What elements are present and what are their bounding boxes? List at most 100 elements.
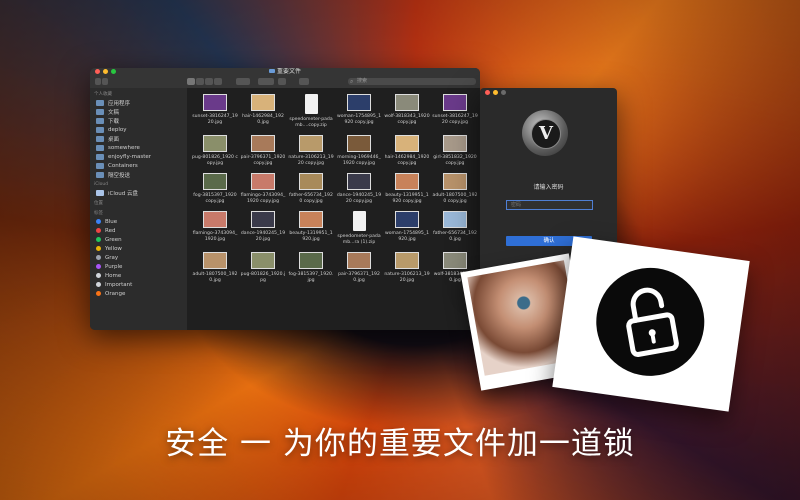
gallery-view-button[interactable] — [214, 78, 222, 85]
file-name: wolf-3818343_1920 copy.jpg — [384, 114, 430, 125]
file-item[interactable]: girl-3851832_1920 copy.jpg — [431, 135, 479, 167]
zip-file-icon — [304, 94, 318, 114]
file-item[interactable]: nature-3106213_1920 copy.jpg — [287, 135, 335, 167]
file-name: morning-1969446_1920 copy.jpg — [337, 155, 381, 166]
vault-logo-letter: V — [531, 119, 561, 149]
file-item[interactable]: father-656734_1920.jpg — [431, 211, 479, 246]
file-name: adult-1807500_1920.jpg — [192, 272, 238, 283]
file-name: flamingo-3743094_1920.jpg — [192, 231, 238, 242]
pw-close-button[interactable] — [485, 90, 490, 95]
file-item[interactable]: wolf-3818343_1920 copy.jpg — [383, 94, 431, 129]
sidebar-item-label: 文稿 — [108, 109, 120, 116]
file-item[interactable]: dance-1940245_1920 copy.jpg — [335, 173, 383, 205]
forward-button[interactable] — [102, 78, 108, 85]
folder-icon — [96, 99, 104, 106]
file-item[interactable]: nature-3106213_1920.jpg — [383, 252, 431, 284]
file-item[interactable]: sunset-3816247_1920 copy.jpg — [431, 94, 479, 129]
pw-zoom-button[interactable] — [501, 90, 506, 95]
file-item[interactable]: pair-3796371_1920 copy.jpg — [239, 135, 287, 167]
tagline: 安全 一 为你的重要文件加一道锁 — [165, 426, 635, 462]
file-item[interactable]: hair-1462984_1920 copy.jpg — [383, 135, 431, 167]
tag-color-dot-icon — [96, 255, 101, 260]
file-item[interactable]: father-656734_1920 copy.jpg — [287, 173, 335, 205]
file-item[interactable]: dance-1940245_1920.jpg — [239, 211, 287, 246]
sidebar-item-favorite[interactable]: 下载 — [90, 116, 187, 125]
tag-color-dot-icon — [96, 228, 101, 233]
sidebar-item-favorite[interactable]: 桌面 — [90, 134, 187, 143]
sidebar-item-favorite[interactable]: 应用程序 — [90, 98, 187, 107]
tag-color-dot-icon — [96, 273, 101, 278]
sidebar-item-favorite[interactable]: enjoyfly-master — [90, 152, 187, 161]
sidebar-item-tag[interactable]: Purple — [90, 262, 187, 271]
sidebar-item-tag[interactable]: Red — [90, 226, 187, 235]
search-input[interactable]: 搜索 — [348, 78, 476, 85]
file-name: fog-3815397_1920.jpg — [288, 272, 334, 283]
file-item[interactable]: sunset-3816247_1920.jpg — [191, 94, 239, 129]
file-item[interactable]: hair-1462984_1920.jpg — [239, 94, 287, 129]
tag-color-dot-icon — [96, 264, 101, 269]
sidebar-item-tag[interactable]: Yellow — [90, 244, 187, 253]
file-name: girl-3851832_1920 copy.jpg — [433, 155, 477, 166]
file-name: pair-3796371_1920 copy.jpg — [240, 155, 286, 166]
file-item[interactable]: woman-1754895_1920.jpg — [383, 211, 431, 246]
finder-window: 重要文件 搜索 个人收藏 应用程序文稿下载deploy 桌面somewhere en… — [90, 68, 480, 330]
file-item[interactable]: beauty-1319951_1920.jpg — [287, 211, 335, 246]
tag-color-dot-icon — [96, 237, 101, 242]
file-item[interactable]: flamingo-3743094_1920.jpg — [191, 211, 239, 246]
image-thumbnail — [251, 211, 275, 228]
share-button[interactable] — [278, 78, 286, 85]
sidebar-item-tag[interactable]: Green — [90, 235, 187, 244]
image-thumbnail — [203, 135, 227, 152]
sidebar-item-tag[interactable]: Blue — [90, 217, 187, 226]
file-item[interactable]: woman-1754895_1920 copy.jpg — [335, 94, 383, 129]
sidebar-item-label: iCloud 云盘 — [108, 190, 138, 197]
sidebar-item-favorite[interactable]: somewhere — [90, 143, 187, 152]
file-item[interactable]: speedometer-padamb...ra (1).zip — [335, 211, 383, 246]
sidebar-item-label: 下载 — [108, 118, 120, 125]
file-item[interactable]: morning-1969446_1920 copy.jpg — [335, 135, 383, 167]
file-item[interactable]: adult-1807500_1920.jpg — [191, 252, 239, 284]
sidebar-item-icloud[interactable]: iCloud 云盘 — [90, 188, 187, 197]
cloud-icon — [96, 189, 104, 196]
pw-minimize-button[interactable] — [493, 90, 498, 95]
column-view-button[interactable] — [205, 78, 213, 85]
file-item[interactable]: pug-801826_1920 copy.jpg — [191, 135, 239, 167]
file-item[interactable]: fog-3815397_1920 copy.jpg — [191, 173, 239, 205]
folder-icon — [96, 171, 104, 178]
file-item[interactable]: fog-3815397_1920.jpg — [287, 252, 335, 284]
sidebar-item-favorite[interactable]: 隔空投送 — [90, 170, 187, 179]
sidebar-item-favorite[interactable]: Containers — [90, 161, 187, 170]
file-name: woman-1754895_1920 copy.jpg — [336, 114, 382, 125]
sidebar-item-label: Blue — [105, 218, 118, 225]
file-name: nature-3106213_1920.jpg — [384, 272, 430, 283]
image-thumbnail — [443, 135, 467, 152]
tag-button[interactable] — [299, 78, 309, 85]
icon-view-button[interactable] — [187, 78, 195, 85]
sidebar-item-tag[interactable]: Important — [90, 280, 187, 289]
image-thumbnail — [347, 173, 371, 190]
file-name: father-656734_1920.jpg — [433, 231, 477, 242]
action-gear-button[interactable] — [258, 78, 274, 85]
file-item[interactable]: flamingo-3743094_1920 copy.jpg — [239, 173, 287, 205]
file-item[interactable]: pug-801826_1920.jpg — [239, 252, 287, 284]
sidebar-item-favorite[interactable]: deploy — [90, 125, 187, 134]
sidebar-item-tag[interactable]: Gray — [90, 253, 187, 262]
group-menu-button[interactable] — [236, 78, 250, 85]
file-name: father-656734_1920 copy.jpg — [289, 193, 333, 204]
file-item[interactable]: beauty-1319951_1920 copy.jpg — [383, 173, 431, 205]
folder-icon — [96, 162, 104, 169]
password-field[interactable]: 密码 — [506, 200, 593, 210]
sidebar-item-tag[interactable]: Orange — [90, 289, 187, 298]
sidebar-item-tag[interactable]: Home — [90, 271, 187, 280]
back-button[interactable] — [95, 78, 101, 85]
file-item[interactable]: pair-3796371_1920.jpg — [335, 252, 383, 284]
vault-logo-icon: V — [522, 110, 568, 156]
password-placeholder: 密码 — [511, 202, 522, 208]
tag-color-dot-icon — [96, 246, 101, 251]
sidebar-item-favorite[interactable]: 文稿 — [90, 107, 187, 116]
file-name: woman-1754895_1920.jpg — [384, 231, 430, 242]
file-item[interactable]: speedometer-padamb....copy.zip — [287, 94, 335, 129]
list-view-button[interactable] — [196, 78, 204, 85]
file-name: fog-3815397_1920 copy.jpg — [193, 193, 237, 204]
file-item[interactable]: adult-1807500_1920 copy.jpg — [431, 173, 479, 205]
